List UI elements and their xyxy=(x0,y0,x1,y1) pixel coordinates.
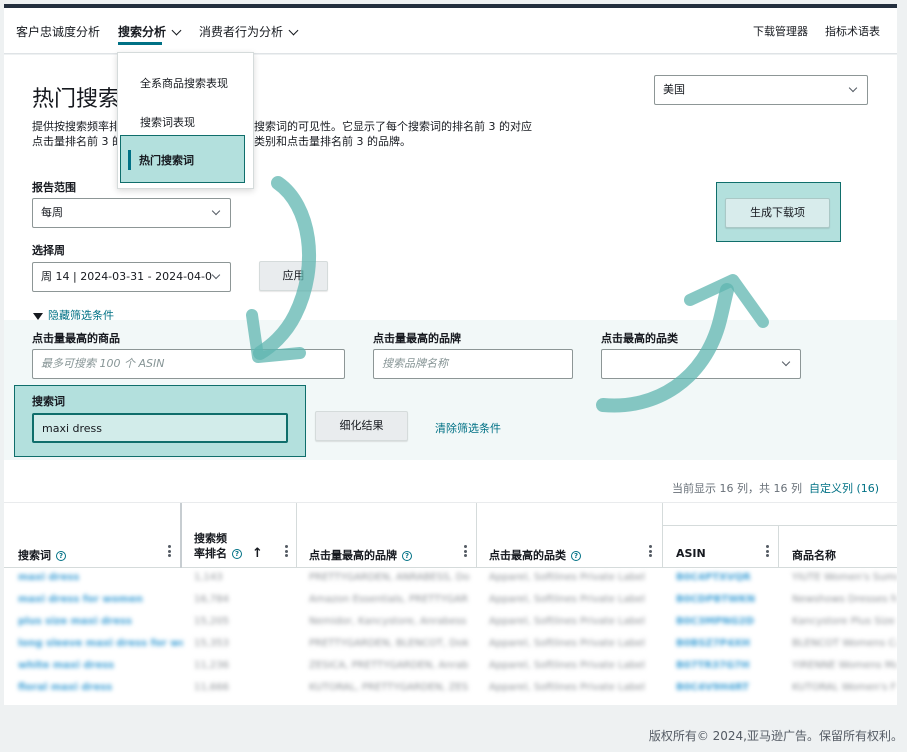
report-range-label: 报告范围 xyxy=(32,179,76,195)
column-menu-icon[interactable] xyxy=(766,545,769,559)
refine-results-button[interactable]: 细化结果 xyxy=(315,411,408,441)
table-row: maxi dress for women 16,784 Amazon Essen… xyxy=(4,590,897,612)
footer-copyright: 版权所有© 2024,亚马逊广告。保留所有权利。 xyxy=(649,727,903,744)
nav-search-analytics[interactable]: 搜索分析 xyxy=(118,23,180,40)
col-search-rank[interactable]: 搜索频率排名?↑ xyxy=(194,531,263,561)
search-term-label: 搜索词 xyxy=(32,393,65,409)
help-icon[interactable]: ? xyxy=(56,551,66,561)
filter-icon xyxy=(33,313,43,320)
select-week-label: 选择周 xyxy=(32,242,65,258)
week-select[interactable]: 周 14 | 2024-03-31 - 2024-04-0 xyxy=(32,262,231,292)
chevron-down-icon xyxy=(212,207,220,215)
menu-item-top-search-terms[interactable]: 热门搜索词 xyxy=(120,135,245,183)
col-top-category[interactable]: 点击最高的品类? xyxy=(489,547,581,563)
help-icon[interactable]: ? xyxy=(571,551,581,561)
table-body: maxi dress 1,143 PRETTYGARDEN, ANRABESS,… xyxy=(4,568,897,705)
help-icon[interactable]: ? xyxy=(232,549,242,559)
column-menu-icon[interactable] xyxy=(285,545,288,559)
table-row: plus size maxi dress 15,205 Nemidor, Kan… xyxy=(4,612,897,634)
col-top-brand[interactable]: 点击量最高的品牌? xyxy=(309,547,412,563)
chevron-down-icon xyxy=(289,26,299,36)
menu-item-catalog-performance[interactable]: 全系商品搜索表现 xyxy=(140,75,228,91)
help-icon[interactable]: ? xyxy=(402,551,412,561)
column-count: 当前显示 16 列，共 16 列 自定义列 (16) xyxy=(672,480,879,496)
sort-ascending-icon[interactable]: ↑ xyxy=(252,546,263,561)
col-asin[interactable]: ASIN xyxy=(676,547,706,560)
annotation-arrow-up-icon xyxy=(595,270,775,420)
column-menu-icon[interactable] xyxy=(649,545,652,559)
page-title: 热门搜索 xyxy=(32,81,120,113)
menu-item-search-query-performance[interactable]: 搜索词表现 xyxy=(140,114,195,130)
brand-search-input[interactable]: 搜索品牌名称 xyxy=(373,349,573,379)
column-divider xyxy=(662,503,663,569)
chevron-down-icon xyxy=(212,271,220,279)
column-menu-icon[interactable] xyxy=(168,545,171,559)
generate-download-button[interactable]: 生成下载项 xyxy=(725,198,830,228)
column-divider xyxy=(476,503,477,569)
active-indicator xyxy=(128,150,131,170)
nav-active-underline xyxy=(118,42,162,45)
column-divider[interactable] xyxy=(180,503,182,569)
top-nav: 客户忠诚度分析 搜索分析 消费者行为分析 下载管理器 指标术语表 xyxy=(4,8,897,54)
col-product-name[interactable]: 商品名称 xyxy=(792,547,836,563)
search-term-input[interactable]: maxi dress xyxy=(32,413,288,443)
nav-customer-loyalty[interactable]: 客户忠诚度分析 xyxy=(16,23,100,40)
glossary-link[interactable]: 指标术语表 xyxy=(825,23,880,39)
marketplace-select[interactable]: 美国 xyxy=(654,75,868,105)
download-manager-link[interactable]: 下载管理器 xyxy=(753,23,808,39)
search-analytics-dropdown: 全系商品搜索表现 搜索词表现 热门搜索词 xyxy=(117,52,254,189)
group-header-divider xyxy=(662,525,897,526)
generate-download-highlight: 生成下载项 xyxy=(716,182,841,242)
column-divider xyxy=(296,503,297,569)
report-range-select[interactable]: 每周 xyxy=(32,198,231,228)
custom-columns-link[interactable]: 自定义列 (16) xyxy=(809,482,879,495)
column-menu-icon[interactable] xyxy=(464,545,467,559)
nav-consumer-behavior[interactable]: 消费者行为分析 xyxy=(199,23,297,40)
table-row: white maxi dress 11,236 ZESICA, PRETTYGA… xyxy=(4,656,897,678)
annotation-arrow-down-icon xyxy=(240,175,320,375)
table-row: long sleeve maxi dress for women 15,353 … xyxy=(4,634,897,656)
table-row: floral maxi dress 11,666 KUTORAL, PRETTY… xyxy=(4,678,897,700)
search-term-highlight: 搜索词 maxi dress xyxy=(14,385,306,457)
chevron-down-icon xyxy=(782,358,790,366)
chevron-down-icon xyxy=(849,84,857,92)
top-brand-label: 点击量最高的品牌 xyxy=(373,330,461,346)
table-header: 搜索词? 搜索频率排名?↑ 点击量最高的品牌? 点击最高的品类? ASIN 商品… xyxy=(4,502,897,568)
clear-filters-link[interactable]: 清除筛选条件 xyxy=(435,420,501,436)
chevron-down-icon xyxy=(172,26,182,36)
column-divider xyxy=(778,525,779,569)
col-search-term[interactable]: 搜索词? xyxy=(18,547,66,563)
top-product-label: 点击量最高的商品 xyxy=(32,330,120,346)
table-row: maxi dress 1,143 PRETTYGARDEN, ANRABESS,… xyxy=(4,568,897,590)
